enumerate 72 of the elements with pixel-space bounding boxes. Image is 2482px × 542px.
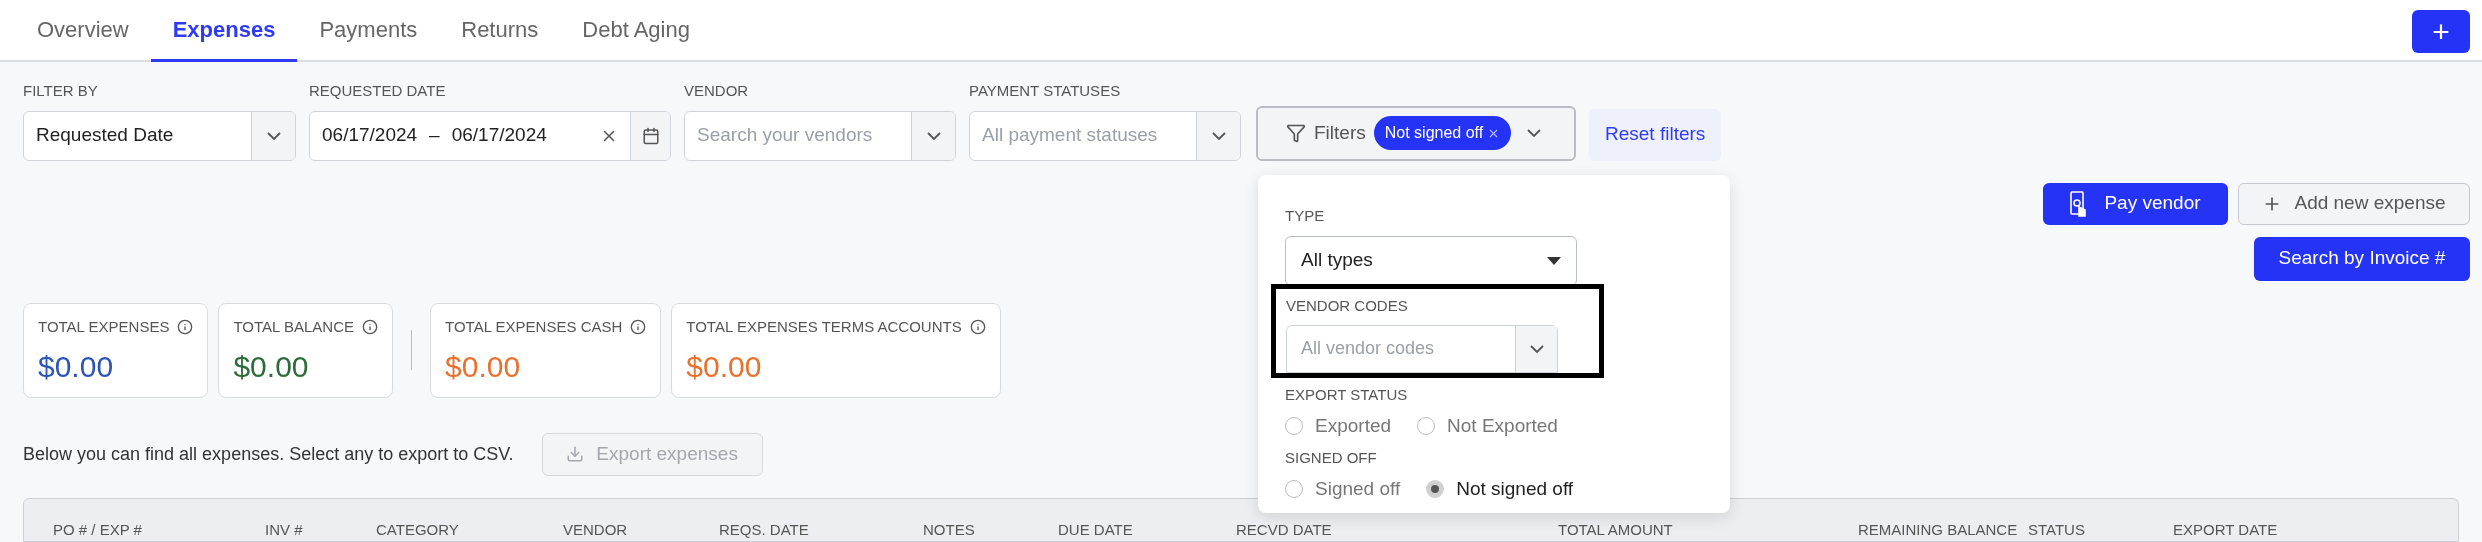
search-invoice-button[interactable]: Search by Invoice # xyxy=(2254,236,2470,281)
stat-label: TOTAL EXPENSES CASH xyxy=(445,316,623,337)
column-header[interactable]: PO # / EXP # xyxy=(53,518,142,541)
caret-down-icon xyxy=(1547,256,1561,265)
select-placeholder: All payment statuses xyxy=(981,123,1159,148)
column-header[interactable]: VENDOR xyxy=(563,518,628,541)
stat-label: TOTAL EXPENSES TERMS ACCOUNTS xyxy=(686,316,962,337)
pay-vendor-button[interactable]: Pay vendor xyxy=(2043,182,2228,225)
info-icon[interactable] xyxy=(630,318,647,335)
date-range-field[interactable]: 06/17/2024 – 06/17/2024 xyxy=(309,110,671,161)
add-expense-button[interactable]: Add new expense xyxy=(2238,182,2470,225)
filter-label: VENDOR xyxy=(684,81,750,101)
group-label: EXPORT STATUS xyxy=(1285,384,1409,405)
column-header[interactable]: STATUS xyxy=(2028,518,2085,541)
filters-label: Filters xyxy=(1314,120,1366,145)
radio-option[interactable]: Not Exported xyxy=(1417,412,1558,441)
column-header[interactable]: CATEGORY xyxy=(376,518,459,541)
tab[interactable]: Overview xyxy=(15,0,151,62)
stat-value: $0.00 xyxy=(233,349,310,385)
info-icon[interactable] xyxy=(177,318,194,335)
stat-label: TOTAL EXPENSES xyxy=(38,316,170,337)
column-header[interactable]: TOTAL AMOUNT xyxy=(1558,518,1673,541)
cash-hand-icon xyxy=(2070,190,2089,217)
column-header[interactable]: REQS. DATE xyxy=(719,518,809,541)
info-icon[interactable] xyxy=(969,318,986,335)
column-header[interactable]: INV # xyxy=(265,518,303,541)
chevron-down-icon xyxy=(266,131,281,140)
stat-value: $0.00 xyxy=(686,349,763,385)
tab[interactable]: Returns xyxy=(439,0,561,62)
chevron-down-icon xyxy=(1527,129,1542,137)
column-header[interactable]: NOTES xyxy=(923,518,975,541)
radio-option[interactable]: Exported xyxy=(1285,412,1392,441)
filter-icon xyxy=(1286,123,1306,143)
filter-label: REQUESTED DATE xyxy=(309,81,447,101)
select-field[interactable]: Requested Date xyxy=(23,110,296,161)
tab[interactable]: Expenses xyxy=(150,0,298,62)
chevron-down-icon xyxy=(1211,131,1226,140)
stat-value: $0.00 xyxy=(445,349,522,385)
add-button[interactable]: + xyxy=(2412,10,2470,53)
reset-filters-link[interactable]: Reset filters xyxy=(1589,108,1722,161)
radio-button[interactable] xyxy=(1285,417,1303,436)
select-placeholder: Search your vendors xyxy=(696,123,874,148)
tab[interactable]: Payments xyxy=(297,0,440,62)
description-text: Below you can find all expenses. Select any to export to CSV. xyxy=(23,442,514,466)
column-header[interactable]: REMAINING BALANCE xyxy=(1858,518,2018,541)
tab[interactable]: Debt Aging xyxy=(560,0,712,62)
select-value: Requested Date xyxy=(35,123,175,148)
type-label: TYPE xyxy=(1285,206,1326,226)
download-icon xyxy=(566,445,585,463)
radio-button[interactable] xyxy=(1426,480,1445,499)
radio-button[interactable] xyxy=(1417,417,1436,436)
column-header[interactable]: DUE DATE xyxy=(1058,518,1133,541)
filter-chip[interactable]: Not signed off xyxy=(1373,116,1512,150)
end-date: 06/17/2024 xyxy=(451,123,547,148)
chevron-down-icon xyxy=(926,131,941,140)
start-date: 06/17/2024 xyxy=(322,123,418,148)
group-label: SIGNED OFF xyxy=(1285,447,1378,468)
filter-label: PAYMENT STATUSES xyxy=(969,81,1122,101)
stat-value: $0.00 xyxy=(38,349,115,385)
calendar-icon[interactable] xyxy=(641,126,660,145)
vendor-codes-label: VENDOR CODES xyxy=(1286,295,1409,316)
stat-label: TOTAL BALANCE xyxy=(233,316,355,337)
filters-button[interactable]: Filters Not signed off xyxy=(1256,105,1576,161)
radio-button[interactable] xyxy=(1285,480,1303,499)
column-header[interactable]: RECVD DATE xyxy=(1236,518,1332,541)
chevron-down-icon xyxy=(1529,344,1544,353)
filter-label: FILTER BY xyxy=(23,81,99,101)
radio-option[interactable]: Signed off xyxy=(1285,475,1401,504)
column-header[interactable]: EXPORT DATE xyxy=(2173,518,2278,541)
radio-option[interactable]: Not signed off xyxy=(1426,475,1574,504)
date-separator: – xyxy=(429,123,440,148)
info-icon[interactable] xyxy=(362,318,379,335)
